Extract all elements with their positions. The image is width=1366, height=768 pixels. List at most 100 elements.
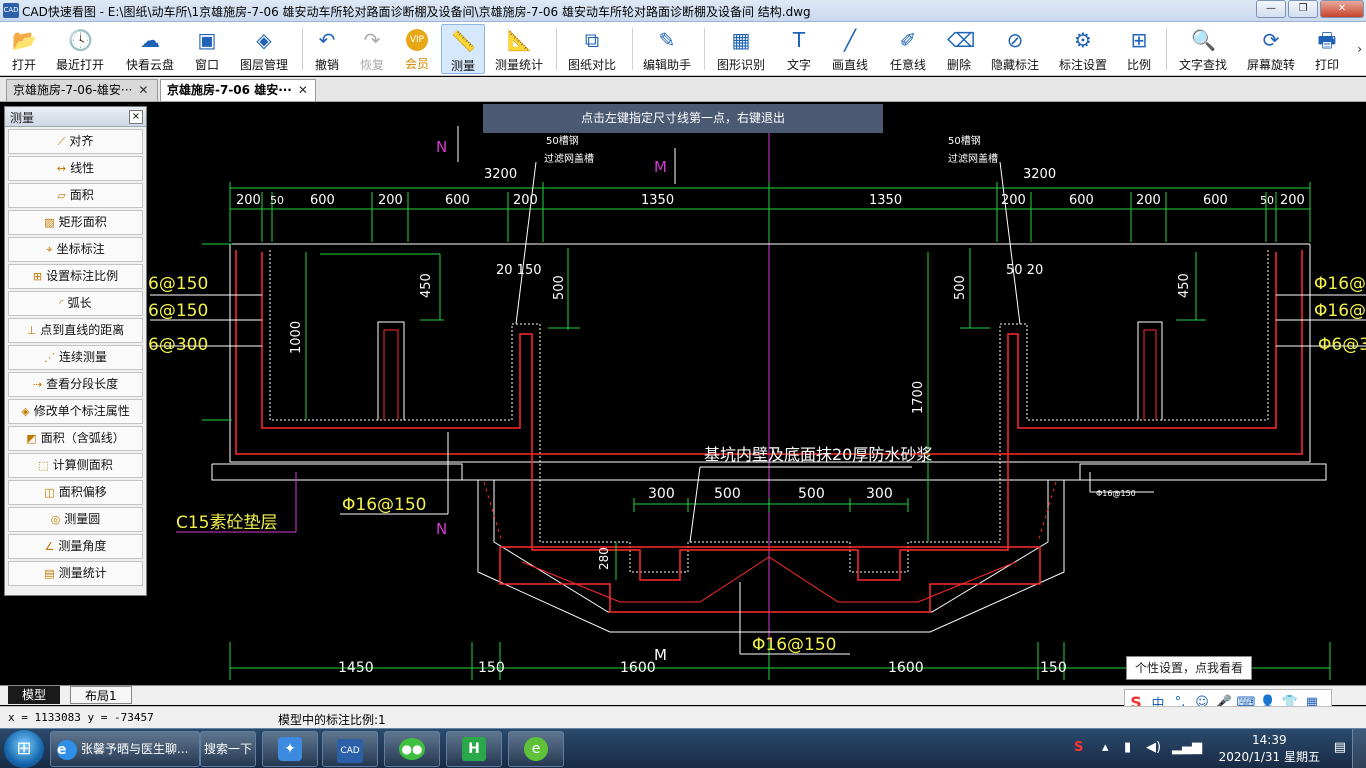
measure-angle-button[interactable]: ∠ 测量角度 — [8, 534, 143, 559]
document-tab-2[interactable]: 京雄施房-7-06 雄安··· ✕ — [160, 79, 316, 101]
rotate-screen-button[interactable]: ⟳ 屏幕旋转 — [1242, 24, 1300, 74]
measure-arc-area-button[interactable]: ◩ 面积（含弧线） — [8, 426, 143, 451]
measure-align-button[interactable]: ⟋ 对齐 — [8, 129, 143, 154]
clock[interactable]: 14:39 2020/1/31 星期五 — [1219, 732, 1320, 766]
freehand-label: 任意线 — [889, 58, 926, 72]
taskbar-browser-label: 张馨予晒与医生聊... — [81, 742, 189, 756]
start-button[interactable]: ⊞ — [4, 730, 44, 768]
measure-segment-length-button[interactable]: ⇢ 查看分段长度 — [8, 372, 143, 397]
recent-button[interactable]: 🕓 最近打开 — [52, 24, 108, 74]
layout-tab-model[interactable]: 模型 — [8, 686, 61, 704]
taskbar-browser-item[interactable]: e 张馨予晒与医生聊... — [50, 731, 200, 767]
axis-label-n: N — [436, 138, 447, 156]
close-button[interactable]: ✕ — [1320, 0, 1364, 18]
volume-icon[interactable]: ◀) — [1146, 740, 1161, 755]
compare-button[interactable]: ⧉ 图纸对比 — [563, 24, 621, 74]
measure-area-button[interactable]: ▱ 面积 — [8, 183, 143, 208]
hide-annotation-button[interactable]: ⊘ 隐藏标注 — [986, 24, 1044, 74]
ime-settings-tooltip[interactable]: 个性设置，点我看看 — [1126, 656, 1252, 680]
measure-continuous-button[interactable]: ⋰ 连续测量 — [8, 345, 143, 370]
dim-label: 600 — [310, 193, 335, 208]
notification-icon[interactable]: ▤ — [1334, 740, 1346, 755]
arc-area-icon: ◩ — [26, 432, 37, 445]
measure-linear-button[interactable]: ↔ 线性 — [8, 156, 143, 181]
rect-area-icon: ▨ — [44, 216, 55, 229]
show-desktop-button[interactable] — [1352, 729, 1366, 768]
statistics-icon: ▤ — [44, 567, 55, 580]
tray-expand-icon[interactable]: ▴ — [1102, 740, 1109, 755]
wechat-icon: ●● — [399, 738, 425, 760]
layers-button[interactable]: ◈ 图层管理 — [236, 24, 292, 74]
window-title: CAD快速看图 - E:\图纸\动车所\1京雄施房-7-06 雄安动车所轮对路面… — [22, 5, 811, 19]
print-label: 打印 — [1314, 58, 1339, 72]
measure-arc-length-button[interactable]: ◜ 弧长 — [8, 291, 143, 316]
measure-stats-button[interactable]: 📐 测量统计 — [490, 24, 548, 74]
cad-app-icon: CAD — [337, 739, 363, 763]
dim-label-50-20: 50 20 — [1006, 263, 1043, 278]
edit-annotation-icon: ◈ — [21, 405, 30, 418]
cloud-button[interactable]: ☁ 快看云盘 — [121, 24, 179, 74]
print-button[interactable]: 🖶 打印 — [1308, 24, 1346, 74]
concrete-note: C15素砼垫层 — [176, 513, 278, 533]
taskbar-app-4[interactable]: H — [446, 731, 502, 767]
taskbar-cad-app[interactable]: CAD — [322, 731, 378, 767]
tab-close-icon[interactable]: ✕ — [298, 83, 308, 97]
tab-close-icon[interactable]: ✕ — [138, 83, 148, 97]
measure-circle-button[interactable]: ◎ 测量圆 — [8, 507, 143, 532]
vip-label: 会员 — [404, 57, 429, 71]
measure-label: 测量 — [450, 59, 475, 73]
restore-button[interactable]: ❐ — [1288, 0, 1318, 18]
open-button[interactable]: 📂 打开 — [2, 24, 46, 74]
annotation-settings-button[interactable]: ⚙ 标注设置 — [1054, 24, 1112, 74]
drawing-canvas[interactable]: N M N M 3200 3200 50槽钢 过滤网盖槽 50槽钢 过滤网盖槽 … — [0, 102, 1366, 685]
delete-button[interactable]: ⌫ 删除 — [940, 24, 978, 74]
measure-edit-annotation-button[interactable]: ◈ 修改单个标注属性 — [8, 399, 143, 424]
delete-label: 删除 — [946, 58, 971, 72]
taskbar-wechat[interactable]: ●● — [384, 731, 440, 767]
coordinate-icon: ⌖ — [46, 243, 53, 256]
recent-label: 最近打开 — [55, 58, 104, 72]
line-button[interactable]: ╱ 画直线 — [826, 24, 874, 74]
measure-area-offset-button[interactable]: ◫ 面积偏移 — [8, 480, 143, 505]
text-button[interactable]: T 文字 — [780, 24, 818, 74]
taskbar-search-button[interactable]: 搜索一下 — [200, 731, 256, 767]
toolbar-divider — [1166, 28, 1167, 70]
undo-icon: ↶ — [318, 28, 336, 52]
network-icon[interactable]: ▂▄▆ — [1172, 740, 1202, 755]
taskbar-app-icon-1[interactable]: ✦ — [262, 731, 318, 767]
document-tab-label: 京雄施房-7-06 雄安··· — [167, 83, 292, 97]
measure-statistics-button[interactable]: ▤ 测量统计 — [8, 561, 143, 586]
dim-label: 600 — [1203, 193, 1228, 208]
dim-label-right-total: 3200 — [1023, 167, 1056, 182]
app-window: CAD CAD快速看图 - E:\图纸\动车所\1京雄施房-7-06 雄安动车所… — [0, 0, 1366, 768]
minimize-button[interactable]: — — [1256, 0, 1286, 18]
measure-set-scale-button[interactable]: ⊞ 设置标注比例 — [8, 264, 143, 289]
taskbar-browser-2[interactable]: e — [508, 731, 564, 767]
measure-panel-close-button[interactable]: × — [129, 110, 143, 124]
cloud-label: 快看云盘 — [125, 58, 174, 72]
measure-coordinate-button[interactable]: ⌖ 坐标标注 — [8, 237, 143, 262]
circle-icon: ◎ — [50, 513, 61, 526]
measure-item-label: 面积（含弧线） — [40, 431, 125, 445]
measure-point-line-button[interactable]: ⊥ 点到直线的距离 — [8, 318, 143, 343]
measure-rect-area-button[interactable]: ▨ 矩形面积 — [8, 210, 143, 235]
window-button[interactable]: ▣ 窗口 — [188, 24, 226, 74]
measure-side-area-button[interactable]: ⬚ 计算侧面积 — [8, 453, 143, 478]
scale-button[interactable]: ⊞ 比例 — [1120, 24, 1158, 74]
text-search-button[interactable]: 🔍 文字查找 — [1174, 24, 1232, 74]
redo-button[interactable]: ↷ 恢复 — [353, 24, 391, 74]
battery-icon[interactable]: ▮ — [1124, 740, 1131, 755]
toolbar-more-icon[interactable]: › — [1357, 42, 1362, 56]
vip-button[interactable]: VIP 会员 — [398, 24, 436, 74]
layout-tab-1[interactable]: 布局1 — [70, 686, 132, 704]
sogou-tray-icon[interactable]: S — [1074, 740, 1083, 755]
undo-button[interactable]: ↶ 撤销 — [308, 24, 346, 74]
scale-setting-icon: ⊞ — [32, 270, 43, 283]
measure-button[interactable]: 📏 测量 — [441, 24, 485, 74]
edit-assistant-button[interactable]: ✎ 编辑助手 — [638, 24, 696, 74]
document-tab-1[interactable]: 京雄施房-7-06-雄安··· ✕ — [6, 79, 158, 101]
freehand-button[interactable]: ✐ 任意线 — [884, 24, 932, 74]
shape-recognize-button[interactable]: ▦ 图形识别 — [712, 24, 770, 74]
dim-label: 600 — [1069, 193, 1094, 208]
dim-label-center-left: 1350 — [641, 193, 674, 208]
